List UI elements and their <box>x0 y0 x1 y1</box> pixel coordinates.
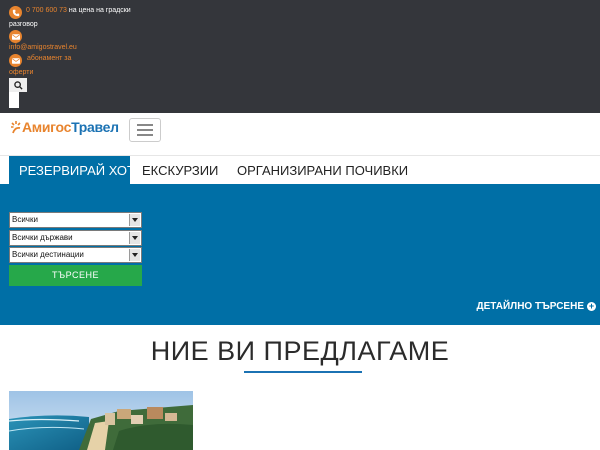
offer-image[interactable] <box>9 391 193 450</box>
email-link[interactable]: info@amigostravel.eu <box>9 44 77 51</box>
logo-text-primary: Амигос <box>22 119 72 135</box>
phone-note: на цена на градски <box>68 7 131 14</box>
tab-book-hotel[interactable]: РЕЗЕРВИРАЙ ХОТЕЛ <box>9 156 152 185</box>
heading-underline <box>244 371 362 373</box>
beach-photo <box>9 391 193 450</box>
chevron-down-icon <box>129 232 140 244</box>
destination-select-value: Всички дестинации <box>12 250 84 259</box>
plus-circle-icon: + <box>587 301 596 311</box>
envelope-icon <box>9 54 22 67</box>
search-submit-button[interactable]: ТЪРСЕНЕ <box>9 265 142 286</box>
search-button[interactable] <box>9 78 27 92</box>
search-icon <box>13 80 23 90</box>
subscribe-link[interactable]: абонамент за <box>27 54 71 64</box>
section-heading: НИЕ ВИ ПРЕДЛАГАМЕ <box>150 336 450 366</box>
site-logo[interactable]: АмигосТравел <box>10 119 119 135</box>
phone-note-wrap: разговор <box>9 21 38 28</box>
country-select[interactable]: Всички държави <box>9 230 142 246</box>
advanced-search-link[interactable]: ДЕТАЙЛНО ТЪРСЕНЕ + <box>476 301 596 312</box>
envelope-icon <box>9 30 22 43</box>
destination-select[interactable]: Всички дестинации <box>9 247 142 263</box>
phone-number[interactable]: 0 700 600 73 <box>26 6 67 16</box>
phone-contact[interactable]: 0 700 600 73 на цена на градски <box>9 6 131 19</box>
category-select[interactable]: Всички <box>9 212 142 228</box>
phone-icon <box>9 6 22 19</box>
subscribe-contact[interactable]: абонамент за <box>9 54 71 67</box>
tab-organized-holidays[interactable]: ОРГАНИЗИРАНИ ПОЧИВКИ <box>227 156 408 185</box>
booking-tabs: РЕЗЕРВИРАЙ ХОТЕЛ ЕКСКУРЗИИ ОРГАНИЗИРАНИ … <box>9 156 409 185</box>
advanced-search-label: ДЕТАЙЛНО ТЪРСЕНЕ <box>476 301 585 312</box>
tab-excursions[interactable]: ЕКСКУРЗИИ <box>132 156 225 185</box>
email-contact[interactable] <box>9 30 22 43</box>
hamburger-icon <box>137 124 153 126</box>
logo-sun-icon <box>11 121 21 134</box>
chevron-down-icon <box>129 214 140 226</box>
logo-text-secondary: Травел <box>71 119 119 135</box>
subscribe-link-wrap[interactable]: оферти <box>9 69 33 76</box>
chevron-down-icon <box>129 249 140 261</box>
category-select-value: Всички <box>12 215 38 224</box>
country-select-value: Всички държави <box>12 233 73 242</box>
search-input[interactable] <box>9 92 19 108</box>
menu-toggle-button[interactable] <box>129 118 161 142</box>
